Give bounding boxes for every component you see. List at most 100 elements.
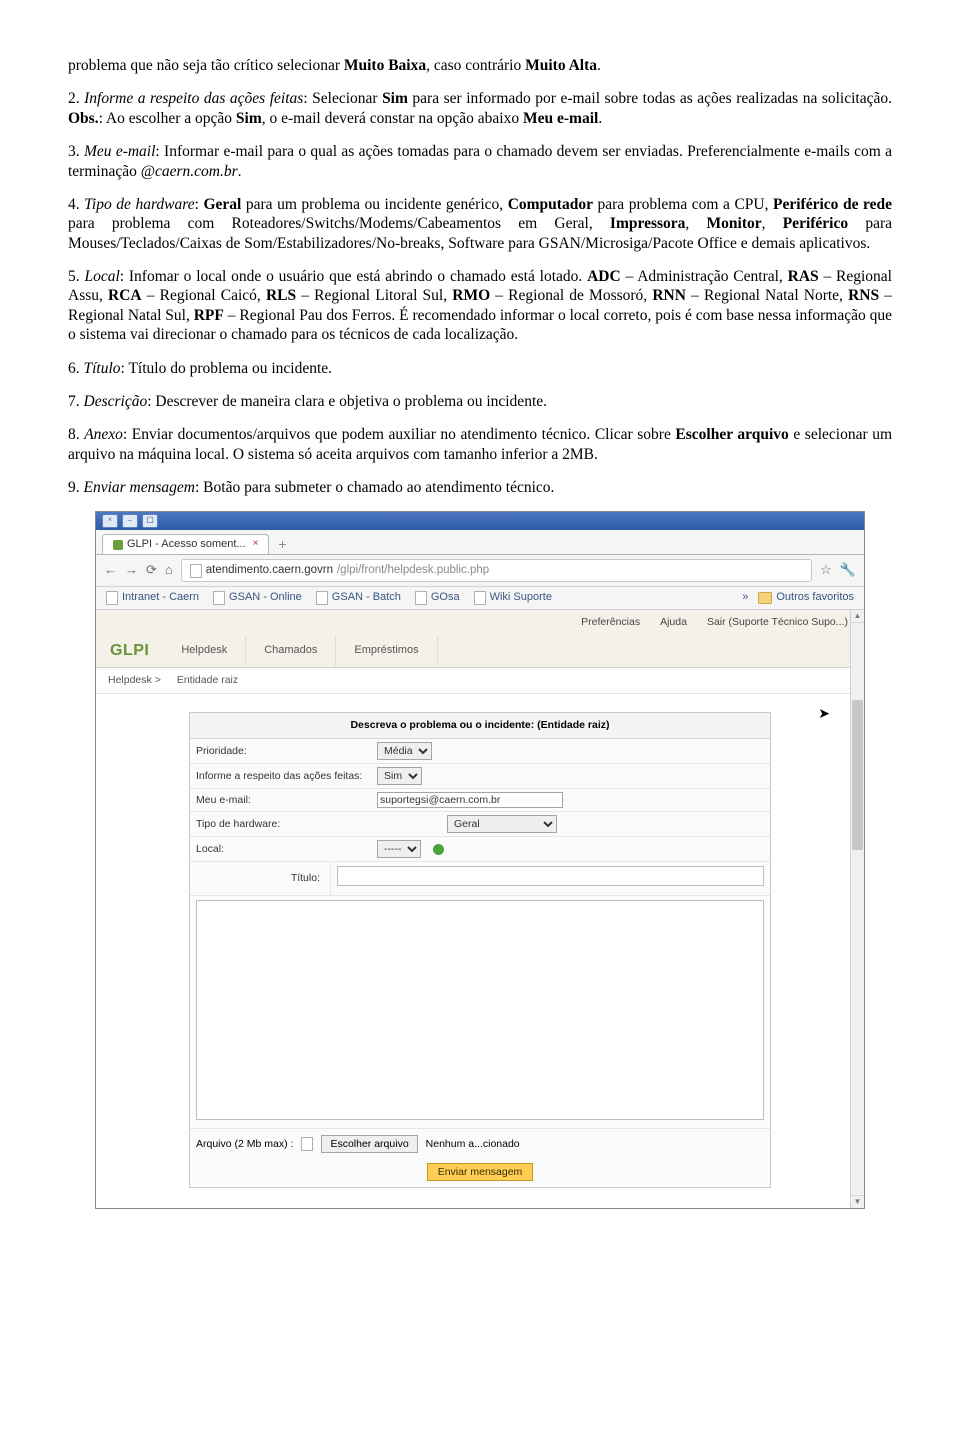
label-email: Meu e-mail: <box>196 794 371 807</box>
text-bold: RNN <box>652 287 686 304</box>
bookmark-overflow[interactable]: » <box>742 591 748 605</box>
text: : Descrever de maneira clara e objetiva … <box>147 393 547 410</box>
text: , <box>762 215 783 232</box>
url-host: atendimento.caern.govrn <box>206 563 333 577</box>
bookmark-item[interactable]: Wiki Suporte <box>474 591 552 605</box>
text-bold: ADC <box>587 268 621 285</box>
para-4: 4. Tipo de hardware: Geral para um probl… <box>68 195 892 253</box>
para-7: 7. Descrição: Descrever de maneira clara… <box>68 392 892 411</box>
add-location-icon[interactable] <box>433 844 444 855</box>
menu-helpdesk[interactable]: Helpdesk <box>163 636 246 666</box>
select-local[interactable]: ----- <box>377 840 421 858</box>
tab-close-icon[interactable]: × <box>253 538 259 551</box>
text: 4. <box>68 196 84 213</box>
para-8: 8. Anexo: Enviar documentos/arquivos que… <box>68 425 892 464</box>
scroll-thumb[interactable] <box>852 700 863 850</box>
label-inform: Informe a respeito das ações feitas: <box>196 770 371 783</box>
text-bold: RCA <box>108 287 142 304</box>
text-italic: Título <box>84 360 121 377</box>
bookmark-label: GOsa <box>431 591 460 605</box>
send-message-button[interactable]: Enviar mensagem <box>427 1163 534 1181</box>
nav-reload-icon[interactable]: ⟳ <box>146 562 157 578</box>
link-logout[interactable]: Sair (Suporte Técnico Supo...) <box>707 616 848 629</box>
scroll-up-icon[interactable]: ▲ <box>851 610 864 623</box>
page-content: Preferências Ajuda Sair (Suporte Técnico… <box>96 610 864 1209</box>
text-italic: Tipo de hardware <box>84 196 194 213</box>
text: : Botão para submeter o chamado ao atend… <box>195 479 554 496</box>
text: para problema com a CPU, <box>593 196 773 213</box>
label-local: Local: <box>196 843 371 856</box>
form-title: Descreva o problema ou o incidente: (Ent… <box>190 713 770 739</box>
text-italic: Descrição <box>84 393 148 410</box>
text: , caso contrário <box>426 57 525 74</box>
choose-file-button[interactable]: Escolher arquivo <box>321 1135 417 1153</box>
bookmark-star-icon[interactable]: ☆ <box>820 562 832 578</box>
url-input[interactable]: atendimento.caern.govrn/glpi/front/helpd… <box>181 559 812 581</box>
browser-tab-bar: GLPI - Acesso soment... × + <box>96 530 864 555</box>
row-inform: Informe a respeito das ações feitas: Sim <box>190 764 770 789</box>
new-tab-button[interactable]: + <box>273 536 291 554</box>
text-italic: Anexo <box>84 426 123 443</box>
bookmark-item[interactable]: GOsa <box>415 591 460 605</box>
para-2: 2. Informe a respeito das ações feitas: … <box>68 89 892 128</box>
bookmark-folder[interactable]: Outros favoritos <box>758 591 854 605</box>
text: , o e-mail deverá constar na opção abaix… <box>262 110 523 127</box>
ticket-form: Descreva o problema ou o incidente: (Ent… <box>189 712 771 1188</box>
text-bold: RAS <box>788 268 819 285</box>
link-help[interactable]: Ajuda <box>660 616 687 629</box>
text: 5. <box>68 268 84 285</box>
scroll-down-icon[interactable]: ▼ <box>851 1195 864 1208</box>
text: 3. <box>68 143 84 160</box>
breadcrumb-item[interactable]: Entidade raiz <box>177 674 238 687</box>
text: – Administração Central, <box>621 268 788 285</box>
text: . <box>238 163 242 180</box>
text-bold: Monitor <box>707 215 762 232</box>
text-bold: Meu e-mail <box>523 110 598 127</box>
select-inform[interactable]: Sim <box>377 767 422 785</box>
input-email[interactable] <box>377 792 563 808</box>
browser-tab[interactable]: GLPI - Acesso soment... × <box>102 534 269 555</box>
menu-chamados[interactable]: Chamados <box>246 636 336 666</box>
wrench-icon[interactable]: 🔧 <box>840 562 856 578</box>
nav-forward-icon[interactable]: → <box>125 562 138 578</box>
scrollbar[interactable]: ▲ ▼ <box>850 610 864 1209</box>
text: , <box>685 215 706 232</box>
bookmark-item[interactable]: GSAN - Online <box>213 591 302 605</box>
row-hardware: Tipo de hardware: Geral <box>190 812 770 837</box>
text-bold: Escolher arquivo <box>675 426 788 443</box>
input-title[interactable] <box>337 866 764 886</box>
bookmark-item[interactable]: GSAN - Batch <box>316 591 401 605</box>
glpi-logo: GLPI <box>96 635 163 667</box>
breadcrumb-item[interactable]: Helpdesk > <box>108 674 161 687</box>
label-title: Título: <box>190 862 331 895</box>
select-priority[interactable]: Média <box>377 742 432 760</box>
textarea-description[interactable] <box>196 900 764 1120</box>
page-icon <box>415 591 427 605</box>
para-5: 5. Local: Infomar o local onde o usuário… <box>68 267 892 345</box>
text: 6. <box>68 360 84 377</box>
text: para um problema ou incidente genérico, <box>241 196 507 213</box>
window-minimize-button[interactable]: – <box>122 514 138 528</box>
text: 8. <box>68 426 84 443</box>
bookmark-item[interactable]: Intranet - Caern <box>106 591 199 605</box>
row-attachment: Arquivo (2 Mb max) : Escolher arquivo Ne… <box>190 1128 770 1159</box>
bookmark-label: Intranet - Caern <box>122 591 199 605</box>
nav-home-icon[interactable]: ⌂ <box>165 562 173 578</box>
menu-emprestimos[interactable]: Empréstimos <box>336 636 437 666</box>
row-email: Meu e-mail: <box>190 789 770 812</box>
row-priority: Prioridade: Média <box>190 739 770 764</box>
page-icon <box>316 591 328 605</box>
link-preferences[interactable]: Preferências <box>581 616 640 629</box>
favicon-icon <box>113 540 123 550</box>
tab-title: GLPI - Acesso soment... <box>127 538 246 552</box>
nav-back-icon[interactable]: ← <box>104 562 117 578</box>
text: – Regional Natal Norte, <box>686 287 848 304</box>
bookmark-label: GSAN - Batch <box>332 591 401 605</box>
select-hardware[interactable]: Geral <box>447 815 557 833</box>
window-titlebar: × – ▢ <box>96 512 864 530</box>
para-3: 3. Meu e-mail: Informar e-mail para o qu… <box>68 142 892 181</box>
text: para ser informado por e-mail sobre toda… <box>408 90 892 107</box>
window-close-button[interactable]: × <box>102 514 118 528</box>
bookmark-bar: Intranet - Caern GSAN - Online GSAN - Ba… <box>96 587 864 610</box>
window-maximize-button[interactable]: ▢ <box>142 514 158 528</box>
